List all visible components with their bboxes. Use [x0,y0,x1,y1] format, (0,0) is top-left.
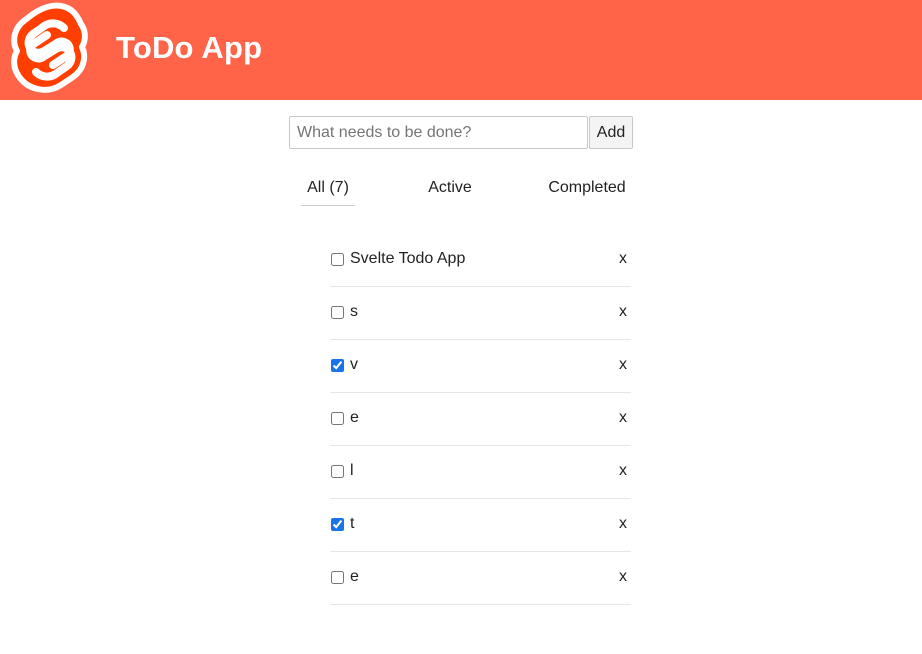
app-title: ToDo App [116,30,263,65]
todo-text: e [350,568,359,585]
delete-todo-button[interactable]: x [619,462,627,480]
todo-checkbox[interactable] [331,518,344,531]
app-header: ToDo App [0,0,922,100]
todo-checkbox[interactable] [331,253,344,266]
todo-item: s x [330,287,631,340]
delete-todo-button[interactable]: x [619,409,627,427]
todo-item: e x [330,552,631,605]
todo-item: e x [330,393,631,446]
todo-text: v [350,356,358,373]
todo-item: v x [330,340,631,393]
svelte-logo-icon [11,2,88,93]
delete-todo-button[interactable]: x [619,568,627,586]
todo-checkbox[interactable] [331,359,344,372]
todo-text: l [350,462,354,479]
delete-todo-button[interactable]: x [619,356,627,374]
new-todo-input[interactable] [289,116,588,149]
tab-all[interactable]: All (7) [301,172,355,206]
add-todo-form: Add [289,116,634,149]
todo-checkbox[interactable] [331,412,344,425]
tab-active[interactable]: Active [423,172,477,205]
todo-text: e [350,409,359,426]
add-button[interactable]: Add [589,116,633,149]
todo-checkbox[interactable] [331,306,344,319]
tab-completed[interactable]: Completed [543,172,631,205]
delete-todo-button[interactable]: x [619,250,627,268]
todo-text: Svelte Todo App [350,250,466,267]
delete-todo-button[interactable]: x [619,303,627,321]
filter-tabs: All (7) Active Completed [289,172,634,206]
todo-item: l x [330,446,631,499]
todo-text: s [350,303,358,320]
todo-item: t x [330,499,631,552]
delete-todo-button[interactable]: x [619,515,627,533]
todo-list: Svelte Todo App x s x v x e x l x t x e … [330,234,631,605]
todo-item: Svelte Todo App x [330,234,631,287]
todo-text: t [350,515,355,532]
todo-checkbox[interactable] [331,465,344,478]
todo-checkbox[interactable] [331,571,344,584]
